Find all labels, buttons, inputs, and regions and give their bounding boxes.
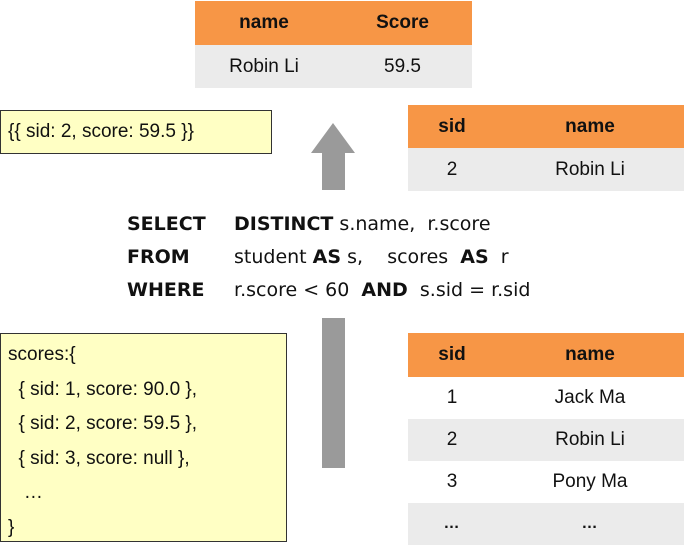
scores-collection-note: scores:{ { sid: 1, score: 90.0 }, { sid:… xyxy=(0,333,287,542)
table-row: 1 Jack Ma xyxy=(408,377,684,419)
cell-name: Jack Ma xyxy=(496,387,684,409)
keyword-as: AS xyxy=(460,246,488,268)
keyword-where: WHERE xyxy=(127,279,204,301)
from-alias1: s, scores xyxy=(341,246,460,268)
where-condition2: s.sid = r.sid xyxy=(408,279,531,301)
keyword-as: AS xyxy=(313,246,341,268)
cell-name: Robin Li xyxy=(195,56,333,78)
keyword-select: SELECT xyxy=(127,213,206,235)
cell-name: Pony Ma xyxy=(496,471,684,493)
from-alias2: r xyxy=(489,246,509,268)
header-name: name xyxy=(195,12,333,34)
code-line: { sid: 1, score: 90.0 }, xyxy=(8,379,286,414)
table-row: Robin Li 59.5 xyxy=(195,45,472,88)
table-header: sid name xyxy=(408,333,684,377)
cell-sid: 1 xyxy=(408,387,496,409)
select-clause: DISTINCT s.name, r.score xyxy=(234,208,491,241)
arrow-shaft-upper xyxy=(322,153,345,190)
up-arrow-icon xyxy=(311,123,355,153)
table-header: name Score xyxy=(195,1,472,45)
cell-name: Robin Li xyxy=(496,159,684,181)
table-row: … … xyxy=(408,503,684,545)
code-line: } xyxy=(8,517,286,551)
code-line: { sid: 3, score: null }, xyxy=(8,448,286,483)
from-table1: student xyxy=(234,246,313,268)
code-line: scores:{ xyxy=(8,344,286,379)
where-clause: r.score < 60 AND s.sid = r.sid xyxy=(234,274,530,307)
cell-sid: 3 xyxy=(408,471,496,493)
sql-where-line: WHERE r.score < 60 AND s.sid = r.sid xyxy=(127,274,206,307)
sql-select-line: SELECT DISTINCT s.name, r.score xyxy=(127,208,206,241)
arrow-shaft-lower xyxy=(322,318,345,468)
cell-name: Robin Li xyxy=(496,429,684,451)
select-columns: s.name, r.score xyxy=(333,213,490,235)
cell-name: … xyxy=(496,515,684,533)
result-table: name Score Robin Li 59.5 xyxy=(195,1,472,88)
cell-sid: 2 xyxy=(408,159,496,181)
keyword-distinct: DISTINCT xyxy=(234,213,333,235)
from-clause: student AS s, scores AS r xyxy=(234,241,509,274)
cell-sid: … xyxy=(408,515,496,533)
table-row: 2 Robin Li xyxy=(408,148,684,191)
cell-sid: 2 xyxy=(408,429,496,451)
code-line: … xyxy=(8,482,286,517)
header-sid: sid xyxy=(408,116,496,138)
sql-from-line: FROM student AS s, scores AS r xyxy=(127,241,206,274)
header-sid: sid xyxy=(408,344,496,366)
cell-score: 59.5 xyxy=(333,56,472,78)
header-score: Score xyxy=(333,12,472,34)
table-header: sid name xyxy=(408,105,684,148)
keyword-from: FROM xyxy=(127,246,190,268)
header-name: name xyxy=(496,344,684,366)
code-line: { sid: 2, score: 59.5 }, xyxy=(8,413,286,448)
student-table: sid name 1 Jack Ma 2 Robin Li 3 Pony Ma … xyxy=(408,333,684,545)
table-row: 2 Robin Li xyxy=(408,419,684,461)
keyword-and: AND xyxy=(361,279,407,301)
header-name: name xyxy=(496,116,684,138)
where-condition1: r.score < 60 xyxy=(234,279,361,301)
matched-record-note: {{ sid: 2, score: 59.5 }} xyxy=(0,110,272,154)
sql-query: SELECT DISTINCT s.name, r.score FROM stu… xyxy=(127,208,206,307)
filtered-table: sid name 2 Robin Li xyxy=(408,105,684,191)
table-row: 3 Pony Ma xyxy=(408,461,684,503)
